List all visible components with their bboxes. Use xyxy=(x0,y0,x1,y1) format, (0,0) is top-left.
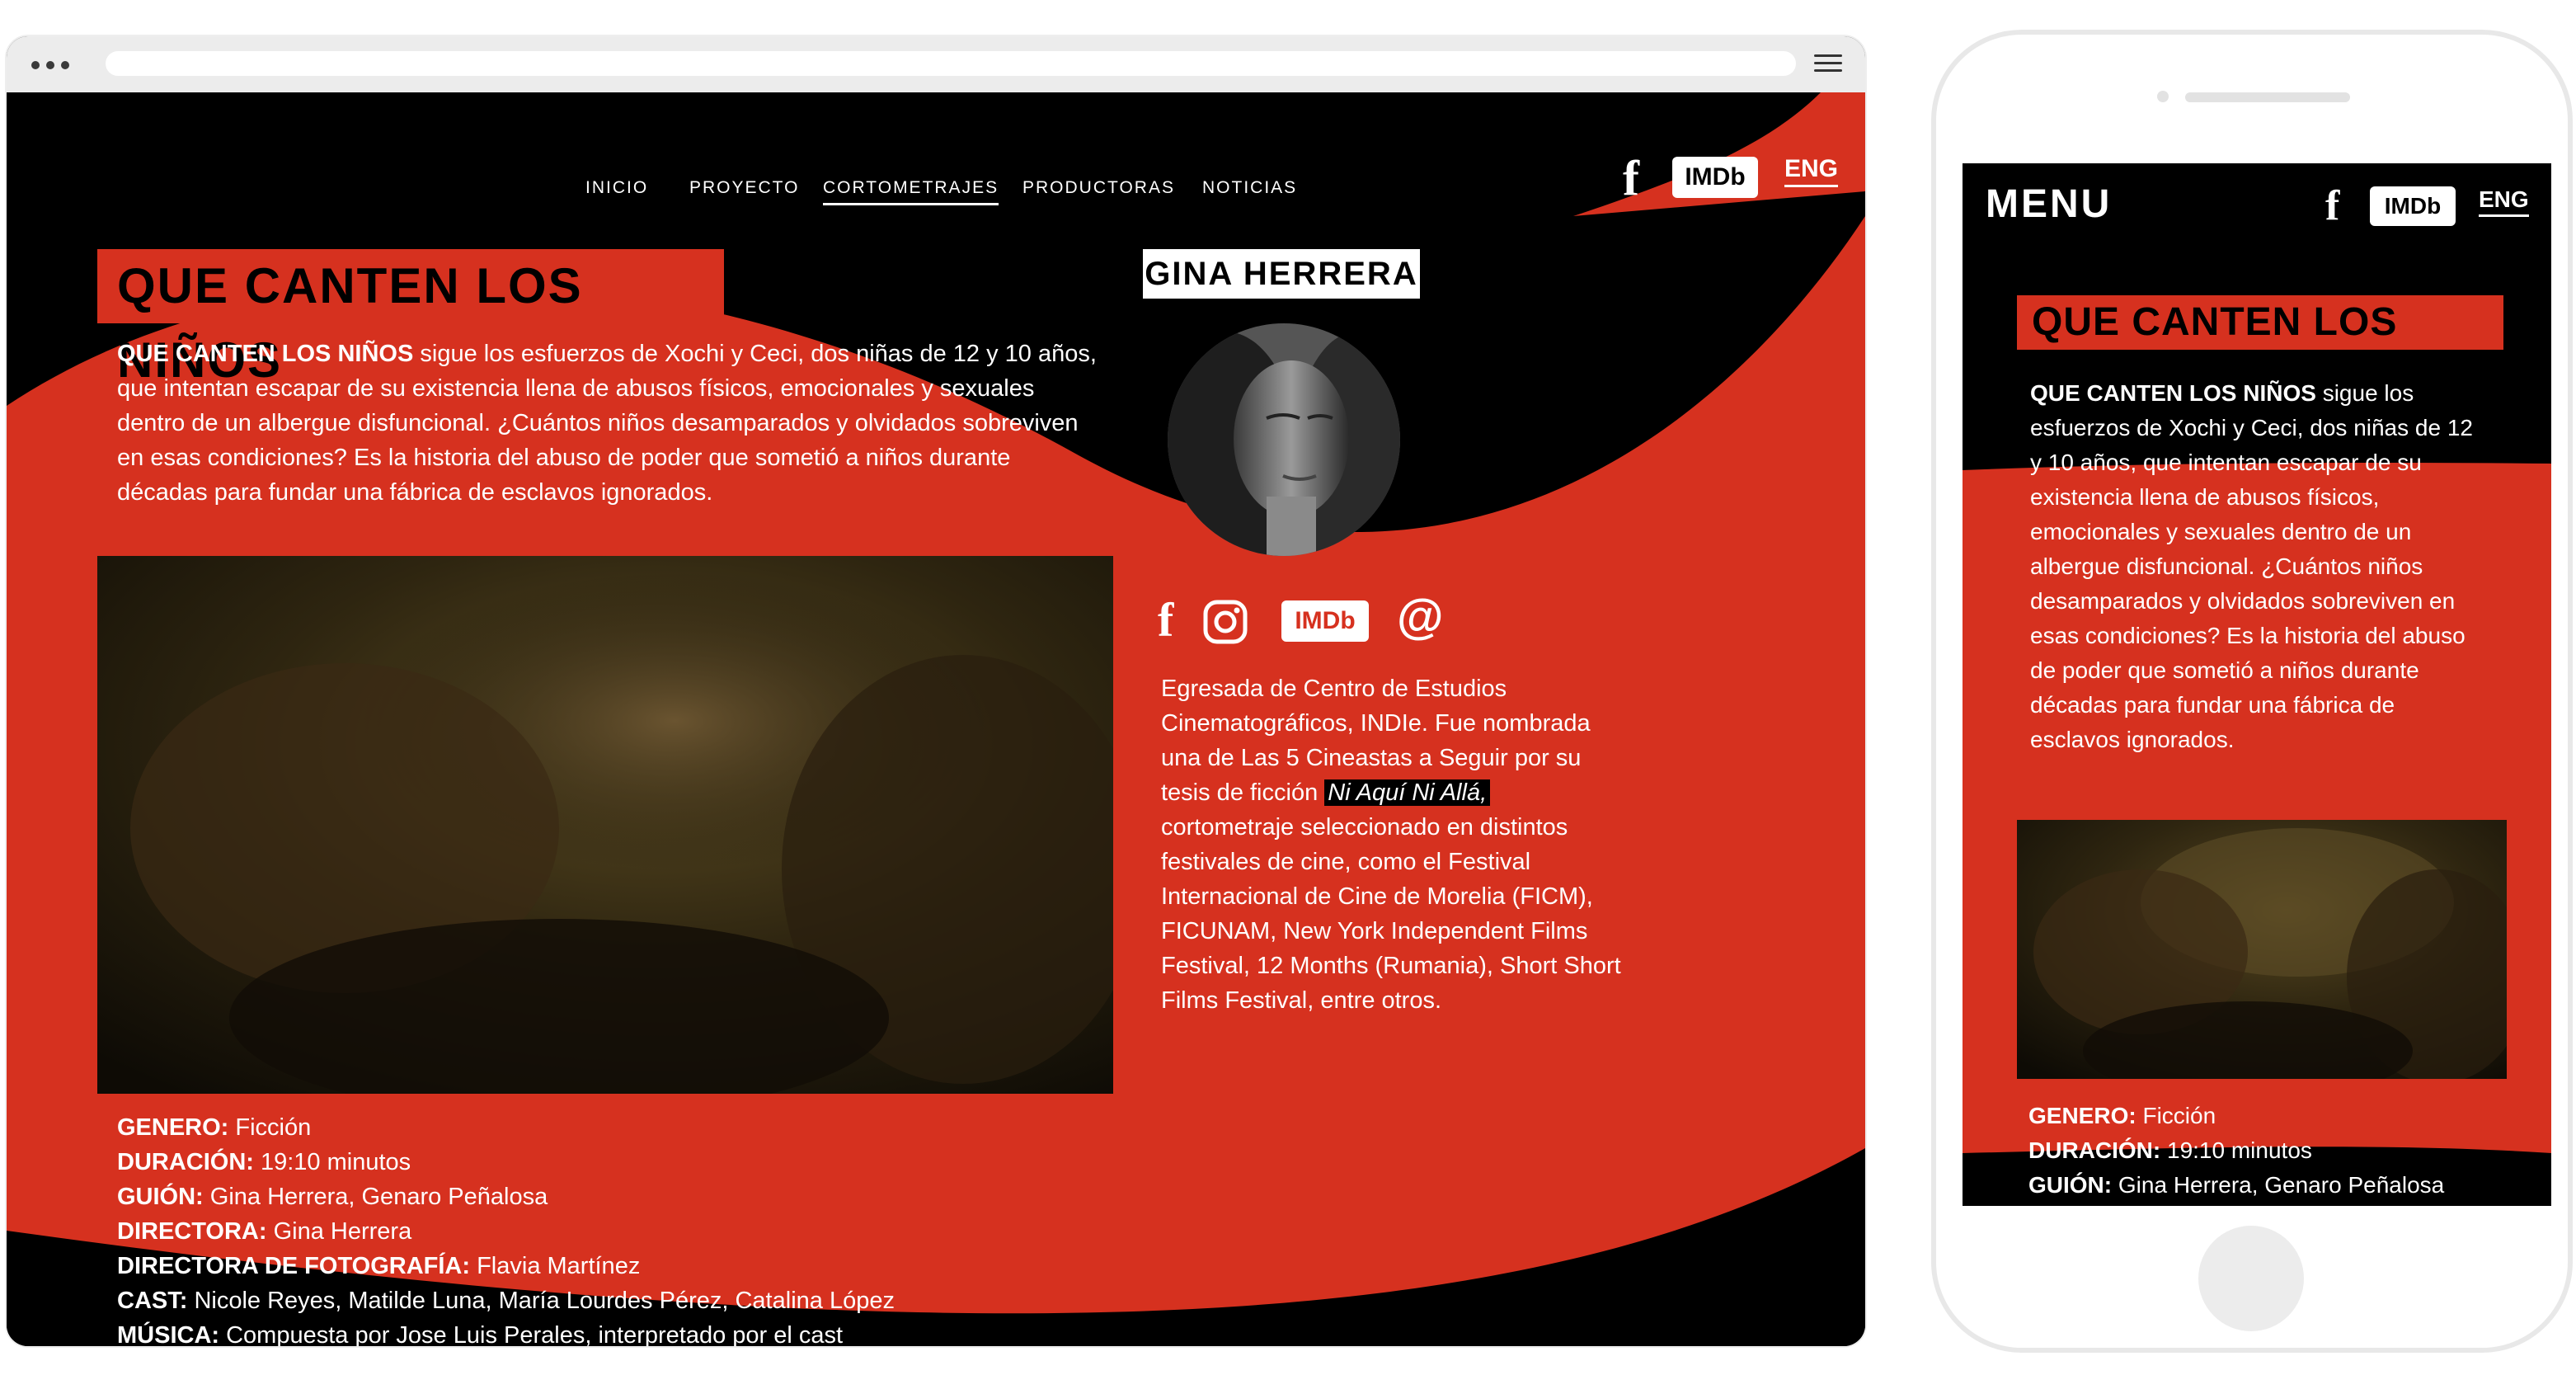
menu-button[interactable]: MENU xyxy=(1986,181,2112,227)
credit-value: Ficción xyxy=(2136,1103,2216,1128)
browser-chrome xyxy=(7,36,1865,92)
credit-label: DIRECTORA: xyxy=(117,1218,267,1245)
language-toggle[interactable]: ENG xyxy=(1784,153,1839,187)
facebook-icon[interactable]: f xyxy=(1158,594,1173,647)
imdb-icon[interactable]: IMDb xyxy=(2370,186,2456,226)
nav-inicio[interactable]: INICIO xyxy=(585,178,648,198)
instagram-icon[interactable] xyxy=(1202,599,1248,645)
desktop-browser-mockup: INICIO PROYECTO CORTOMETRAJES PRODUCTORA… xyxy=(7,36,1865,1346)
bio-highlight: Ni Aquí Ni Allá, xyxy=(1324,779,1491,806)
film-still-image xyxy=(97,556,1113,1094)
film-synopsis: QUE CANTEN LOS NIÑOS sigue los esfuerzos… xyxy=(2030,376,2475,757)
language-toggle[interactable]: ENG xyxy=(2479,185,2529,217)
film-title: QUE CANTEN LOS NIÑOS xyxy=(2017,295,2503,398)
film-still-image xyxy=(2017,820,2507,1079)
nav-noticias[interactable]: NOTICIAS xyxy=(1202,178,1297,198)
credit-label: DURACIÓN: xyxy=(117,1149,254,1175)
credit-label: GENERO: xyxy=(2028,1103,2136,1128)
credit-value: Compuesta por Jose Luis Perales, interpr… xyxy=(219,1322,844,1346)
email-icon[interactable]: @ xyxy=(1397,591,1444,643)
film-credits: GENERO: Ficción DURACIÓN: 19:10 minutos … xyxy=(117,1110,1272,1346)
credit-row: CAST: Nicole Reyes, Matilde Luna, María … xyxy=(117,1283,1272,1318)
bio-text: cortometraje seleccionado en distintos f… xyxy=(1161,814,1621,1014)
director-portrait xyxy=(1168,323,1400,556)
address-bar[interactable] xyxy=(106,51,1796,76)
browser-menu-icon[interactable] xyxy=(1814,54,1842,74)
nav-proyecto[interactable]: PROYECTO xyxy=(689,178,799,198)
credit-value: 19:10 minutos xyxy=(2160,1137,2312,1163)
credit-label: DIRECTORA DE FOTOGRAFÍA: xyxy=(117,1253,471,1279)
director-bio: Egresada de Centro de Estudios Cinematog… xyxy=(1161,671,1623,1018)
credit-value: Nicole Reyes, Matilde Luna, María Lourde… xyxy=(187,1288,895,1314)
credit-label: DURACIÓN: xyxy=(2028,1137,2161,1163)
credit-value: 19:10 minutos xyxy=(253,1149,411,1175)
film-title: QUE CANTEN LOS NIÑOS xyxy=(97,249,724,388)
film-credits: GENERO: Ficción DURACIÓN: 19:10 minutos … xyxy=(2028,1099,2551,1203)
nav-productoras[interactable]: PRODUCTORAS xyxy=(1022,178,1175,198)
credit-label: CAST: xyxy=(117,1288,188,1314)
credit-row: DURACIÓN: 19:10 minutos xyxy=(117,1145,1272,1180)
imdb-icon[interactable]: IMDb xyxy=(1281,600,1369,642)
home-button[interactable] xyxy=(2198,1226,2304,1331)
desktop-page: INICIO PROYECTO CORTOMETRAJES PRODUCTORA… xyxy=(7,92,1865,1346)
credit-value: Gina Herrera xyxy=(266,1218,412,1245)
credit-row: DIRECTORA: Gina Herrera xyxy=(117,1214,1272,1249)
credit-row: GUIÓN: Gina Herrera, Genaro Peñalosa xyxy=(117,1180,1272,1214)
credit-row: GUIÓN: Gina Herrera, Genaro Peñalosa xyxy=(2028,1168,2551,1203)
credit-row: MÚSICA: Compuesta por Jose Luis Perales,… xyxy=(117,1318,1272,1346)
credit-value: Flavia Martínez xyxy=(470,1253,641,1279)
facebook-icon[interactable]: f xyxy=(2325,181,2339,231)
window-dots xyxy=(31,61,69,69)
synopsis-text: sigue los esfuerzos de Xochi y Ceci, dos… xyxy=(2030,380,2473,752)
credit-row: DURACIÓN: 19:10 minutos xyxy=(2028,1133,2551,1168)
credit-row: GENERO: Ficción xyxy=(117,1110,1272,1145)
credit-label: GUIÓN: xyxy=(117,1184,204,1210)
facebook-icon[interactable]: f xyxy=(1623,153,1639,203)
director-name: GINA HERRERA xyxy=(1143,249,1420,299)
credit-label: MÚSICA: xyxy=(117,1322,220,1346)
credit-value: Gina Herrera, Genaro Peñalosa xyxy=(203,1184,548,1210)
nav-cortometrajes[interactable]: CORTOMETRAJES xyxy=(823,178,999,205)
credit-value: Gina Herrera, Genaro Peñalosa xyxy=(2112,1172,2445,1198)
synopsis-lead: QUE CANTEN LOS NIÑOS xyxy=(117,341,414,367)
credit-value: Ficción xyxy=(228,1114,312,1141)
credit-row: DIRECTORA DE FOTOGRAFÍA: Flavia Martínez xyxy=(117,1249,1272,1283)
phone-screen: MENU f IMDb ENG QUE CANTEN LOS NIÑOS QUE… xyxy=(1963,163,2551,1206)
phone-mockup: MENU f IMDb ENG QUE CANTEN LOS NIÑOS QUE… xyxy=(1931,30,2573,1353)
credit-label: GENERO: xyxy=(117,1114,229,1141)
phone-speaker xyxy=(2185,92,2350,102)
credit-label: GUIÓN: xyxy=(2028,1172,2113,1198)
synopsis-lead: QUE CANTEN LOS NIÑOS xyxy=(2030,380,2316,406)
imdb-icon[interactable]: IMDb xyxy=(1672,157,1758,198)
film-synopsis: QUE CANTEN LOS NIÑOS sigue los esfuerzos… xyxy=(117,337,1098,510)
main-nav: INICIO PROYECTO CORTOMETRAJES PRODUCTORA… xyxy=(7,178,1865,211)
credit-row: GENERO: Ficción xyxy=(2028,1099,2551,1133)
phone-camera xyxy=(2157,91,2169,102)
